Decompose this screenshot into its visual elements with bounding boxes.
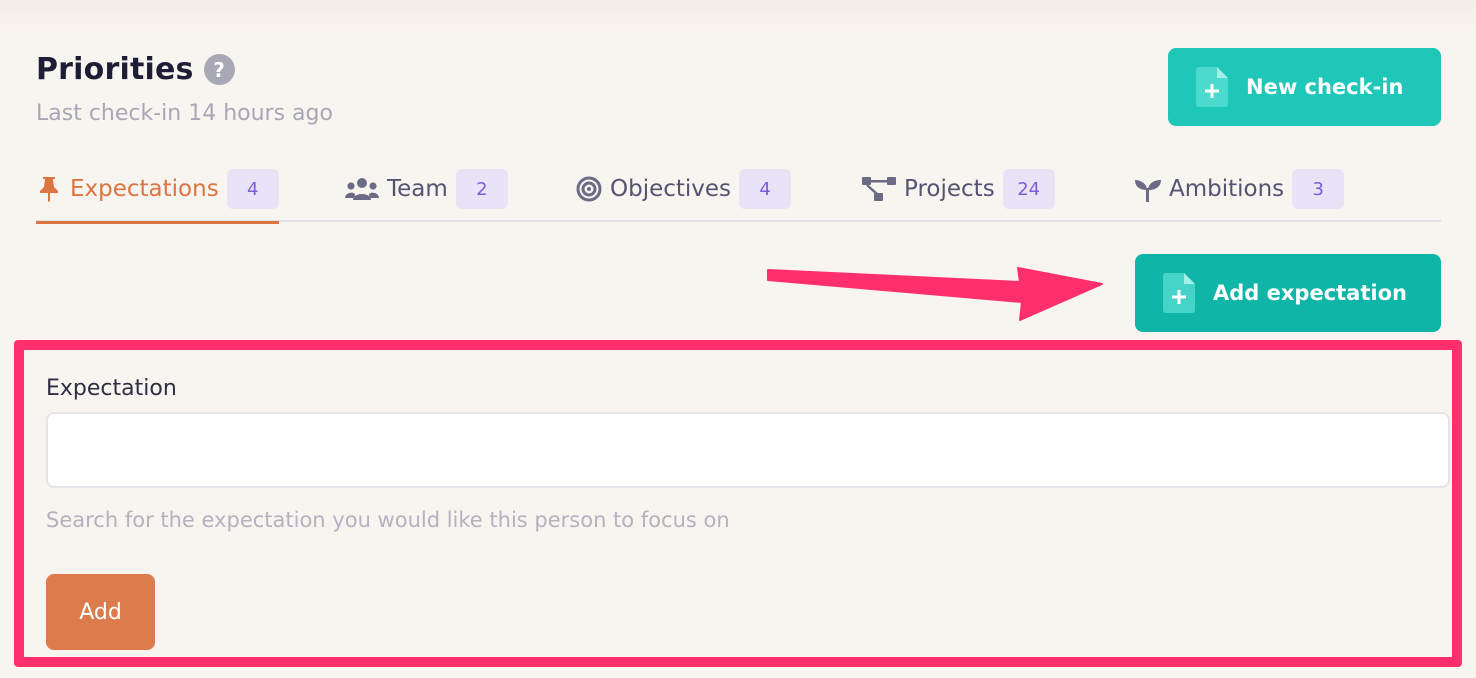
add-expectation-form: Expectation Search for the expectation y… (14, 340, 1462, 667)
priority-tabs: Expectations 4 Team 2 Objectives 4 Proje… (36, 156, 1441, 224)
pushpin-icon (36, 176, 62, 202)
add-button[interactable]: Add (46, 574, 155, 650)
add-expectation-label: Add expectation (1213, 281, 1407, 305)
target-icon (576, 176, 602, 202)
question-circle-icon[interactable]: ? (203, 54, 235, 85)
new-checkin-label: New check-in (1246, 75, 1404, 99)
expectation-field-label: Expectation (46, 376, 177, 401)
count-badge: 3 (1292, 169, 1345, 209)
header-title-row: Priorities ? (36, 52, 235, 87)
tab-expectations[interactable]: Expectations 4 (36, 156, 279, 224)
project-diagram-icon (862, 176, 896, 202)
expectation-search-input[interactable] (46, 412, 1450, 488)
count-badge: 4 (739, 169, 792, 209)
file-plus-icon (1163, 273, 1195, 313)
tab-label: Projects (904, 176, 995, 202)
seedling-icon (1135, 176, 1161, 202)
new-checkin-button[interactable]: New check-in (1168, 48, 1441, 126)
tab-ambitions[interactable]: Ambitions 3 (1135, 156, 1345, 222)
annotation-arrow (767, 267, 1103, 321)
tab-label: Objectives (610, 176, 732, 202)
tab-objectives[interactable]: Objectives 4 (576, 156, 792, 222)
tab-label: Ambitions (1169, 176, 1285, 202)
priorities-page: Priorities ? Last check-in 14 hours ago … (0, 0, 1476, 678)
tab-projects[interactable]: Projects 24 (862, 156, 1055, 222)
add-expectation-button[interactable]: Add expectation (1135, 254, 1441, 332)
expectation-hint-text: Search for the expectation you would lik… (46, 508, 730, 532)
tab-label: Team (387, 176, 448, 202)
tab-label: Expectations (70, 176, 219, 202)
count-badge: 24 (1002, 169, 1055, 209)
page-title: Priorities (36, 52, 194, 87)
file-plus-icon (1196, 67, 1228, 107)
count-badge: 4 (226, 169, 279, 209)
tab-team[interactable]: Team 2 (345, 156, 508, 222)
last-checkin-text: Last check-in 14 hours ago (36, 101, 333, 126)
count-badge: 2 (455, 169, 508, 209)
users-icon (345, 176, 379, 202)
